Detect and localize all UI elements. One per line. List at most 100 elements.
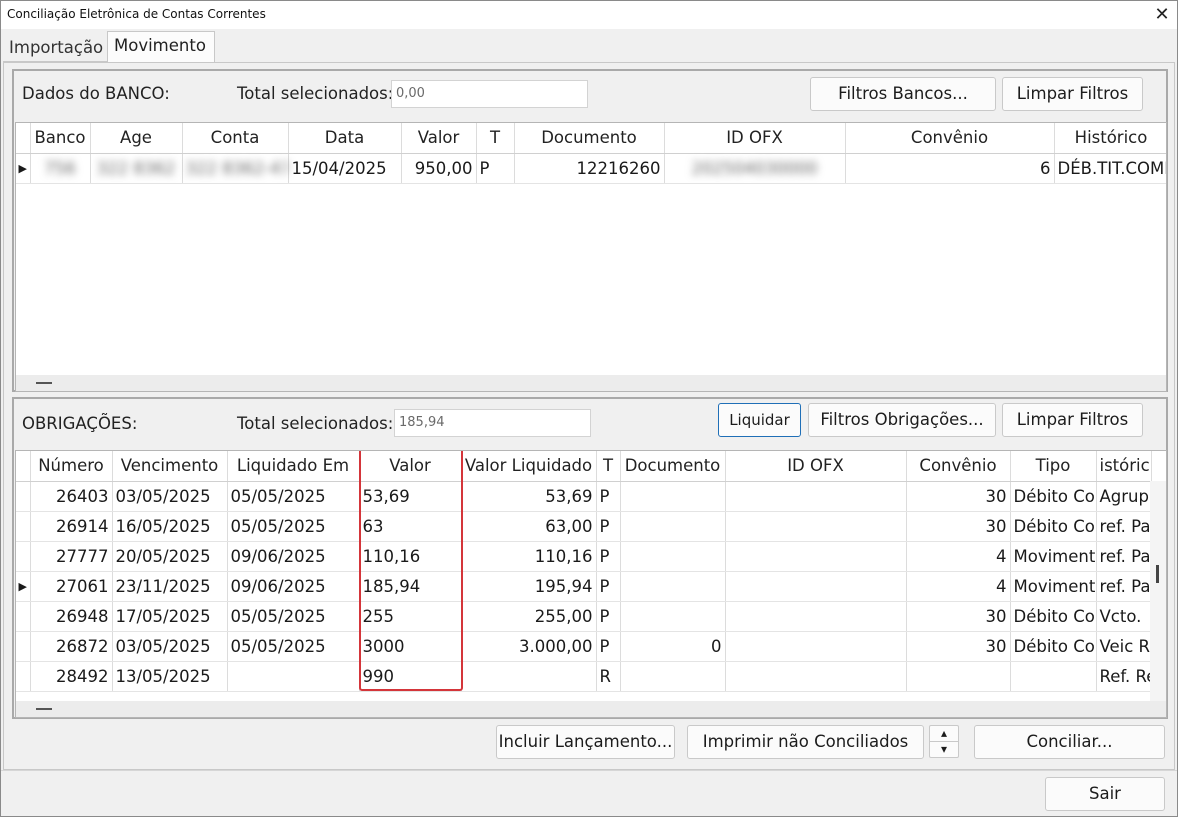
cell-documento[interactable] [620, 481, 726, 512]
cell-id-ofx[interactable] [725, 631, 907, 662]
col-header-historico[interactable]: Histórico [1054, 123, 1166, 154]
cell-tipo[interactable]: Débito Co [1010, 511, 1097, 542]
cell-historico[interactable]: ref. Pa [1096, 541, 1152, 572]
cell-liquidado-em[interactable]: 05/05/2025 [227, 601, 360, 632]
cell-vencimento[interactable]: 16/05/2025 [112, 511, 228, 542]
col-header-banco[interactable]: Banco [30, 123, 91, 154]
col-header-historico[interactable]: istóric [1096, 451, 1152, 482]
cell-valor-liquidado[interactable]: 255,00 [461, 601, 597, 632]
sair-button[interactable]: Sair [1045, 777, 1165, 811]
cell-id-ofx[interactable] [725, 481, 907, 512]
col-header-valor-liquidado[interactable]: Valor Liquidado [461, 451, 597, 482]
col-header-valor[interactable]: Valor [401, 123, 477, 154]
table-row[interactable]: 26914 16/05/2025 05/05/2025 63 63,00 P 3… [16, 511, 1152, 542]
cell-documento[interactable] [620, 601, 726, 632]
cell-numero[interactable]: 27777 [30, 541, 113, 572]
obrigacoes-limpar-filtros-button[interactable]: Limpar Filtros [1002, 403, 1143, 437]
table-row[interactable]: 26948 17/05/2025 05/05/2025 255 255,00 P… [16, 601, 1152, 632]
col-header-id-ofx[interactable]: ID OFX [725, 451, 907, 482]
cell-documento[interactable] [620, 511, 726, 542]
cell-t[interactable]: R [596, 661, 621, 692]
cell-liquidado-em[interactable]: 09/06/2025 [227, 571, 360, 602]
col-header-vencimento[interactable]: Vencimento [112, 451, 228, 482]
cell-data[interactable]: 15/04/2025 [288, 153, 402, 184]
cell-t[interactable]: P [476, 153, 515, 184]
cell-valor[interactable]: 950,00 [401, 153, 477, 184]
cell-numero[interactable]: 26948 [30, 601, 113, 632]
cell-valor-liquidado[interactable]: 53,69 [461, 481, 597, 512]
cell-valor-liquidado[interactable]: 110,16 [461, 541, 597, 572]
cell-historico[interactable]: Veic R [1096, 631, 1152, 662]
cell-id-ofx[interactable] [725, 571, 907, 602]
col-header-numero[interactable]: Número [30, 451, 113, 482]
cell-tipo[interactable]: Débito Co [1010, 601, 1097, 632]
banco-limpar-filtros-button[interactable]: Limpar Filtros [1002, 77, 1143, 111]
obrigacoes-grid[interactable]: Número Vencimento Liquidado Em Valor Val… [15, 450, 1167, 718]
cell-documento[interactable] [620, 571, 726, 602]
conciliar-button[interactable]: Conciliar... [974, 725, 1165, 759]
filtros-obrigacoes-button[interactable]: Filtros Obrigações... [808, 403, 996, 437]
cell-id-ofx[interactable] [725, 511, 907, 542]
table-row-selected[interactable]: ▶ 27061 23/11/2025 09/06/2025 185,94 195… [16, 571, 1152, 602]
cell-liquidado-em[interactable] [227, 661, 360, 692]
tab-movimento[interactable]: Movimento [107, 31, 215, 63]
collapse-dash-icon[interactable] [36, 708, 52, 710]
cell-historico[interactable]: ref. Pa [1096, 571, 1152, 602]
cell-id-ofx[interactable] [725, 601, 907, 632]
col-header-tipo[interactable]: Tipo [1010, 451, 1097, 482]
incluir-lancamento-button[interactable]: Incluir Lançamento... [496, 725, 675, 759]
cell-id-ofx[interactable]: 202504030000 [664, 153, 846, 184]
cell-t[interactable]: P [596, 601, 621, 632]
cell-valor-liquidado[interactable]: 195,94 [461, 571, 597, 602]
table-row[interactable]: 28492 13/05/2025 990 R Ref. Re [16, 661, 1152, 692]
liquidar-button[interactable]: Liquidar [718, 403, 801, 437]
cell-id-ofx[interactable] [725, 541, 907, 572]
cell-convenio[interactable]: 30 [906, 511, 1011, 542]
cell-historico[interactable]: ref. Pa [1096, 511, 1152, 542]
cell-t[interactable]: P [596, 511, 621, 542]
cell-vencimento[interactable]: 13/05/2025 [112, 661, 228, 692]
table-row[interactable]: 27777 20/05/2025 09/06/2025 110,16 110,1… [16, 541, 1152, 572]
cell-banco[interactable]: 756 [30, 153, 91, 184]
banco-grid[interactable]: Banco Age Conta Data Valor T Documento I… [15, 122, 1167, 392]
cell-historico[interactable]: Ref. Re [1096, 661, 1152, 692]
cell-liquidado-em[interactable]: 05/05/2025 [227, 481, 360, 512]
cell-valor-liquidado[interactable]: 63,00 [461, 511, 597, 542]
obrigacoes-total-field[interactable]: 185,94 [394, 409, 591, 437]
spin-down-icon[interactable]: ▾ [929, 741, 959, 758]
table-row[interactable]: 26403 03/05/2025 05/05/2025 53,69 53,69 … [16, 481, 1152, 512]
cell-tipo[interactable]: Moviment [1010, 571, 1097, 602]
tab-importacao[interactable]: Importação [3, 34, 107, 62]
cell-vencimento[interactable]: 03/05/2025 [112, 631, 228, 662]
cell-vencimento[interactable]: 03/05/2025 [112, 481, 228, 512]
cell-historico[interactable]: DÉB.TIT.COMP [1054, 153, 1166, 184]
col-header-id-ofx[interactable]: ID OFX [664, 123, 846, 154]
imprimir-nao-conciliados-button[interactable]: Imprimir não Conciliados [687, 725, 924, 759]
scrollbar-thumb[interactable] [1156, 565, 1159, 583]
spin-up-icon[interactable]: ▴ [929, 725, 959, 742]
col-header-convenio[interactable]: Convênio [845, 123, 1055, 154]
cell-numero[interactable]: 26914 [30, 511, 113, 542]
filtros-bancos-button[interactable]: Filtros Bancos... [810, 77, 996, 111]
col-header-conta[interactable]: Conta [182, 123, 289, 154]
cell-numero[interactable]: 26872 [30, 631, 113, 662]
cell-convenio[interactable]: 4 [906, 541, 1011, 572]
collapse-dash-icon[interactable] [36, 382, 52, 384]
cell-tipo[interactable]: Moviment [1010, 541, 1097, 572]
cell-liquidado-em[interactable]: 05/05/2025 [227, 511, 360, 542]
cell-documento[interactable] [620, 661, 726, 692]
cell-historico[interactable]: Vcto. [1096, 601, 1152, 632]
col-header-t[interactable]: T [476, 123, 515, 154]
cell-documento[interactable] [620, 541, 726, 572]
cell-conta[interactable]: 322 8362-47 [182, 153, 289, 184]
cell-convenio[interactable] [906, 661, 1011, 692]
cell-id-ofx[interactable] [725, 661, 907, 692]
cell-valor-liquidado[interactable] [461, 661, 597, 692]
cell-historico[interactable]: Agrup [1096, 481, 1152, 512]
cell-convenio[interactable]: 6 [845, 153, 1055, 184]
cell-liquidado-em[interactable]: 09/06/2025 [227, 541, 360, 572]
cell-t[interactable]: P [596, 481, 621, 512]
cell-t[interactable]: P [596, 541, 621, 572]
col-header-data[interactable]: Data [288, 123, 402, 154]
col-header-documento[interactable]: Documento [620, 451, 726, 482]
